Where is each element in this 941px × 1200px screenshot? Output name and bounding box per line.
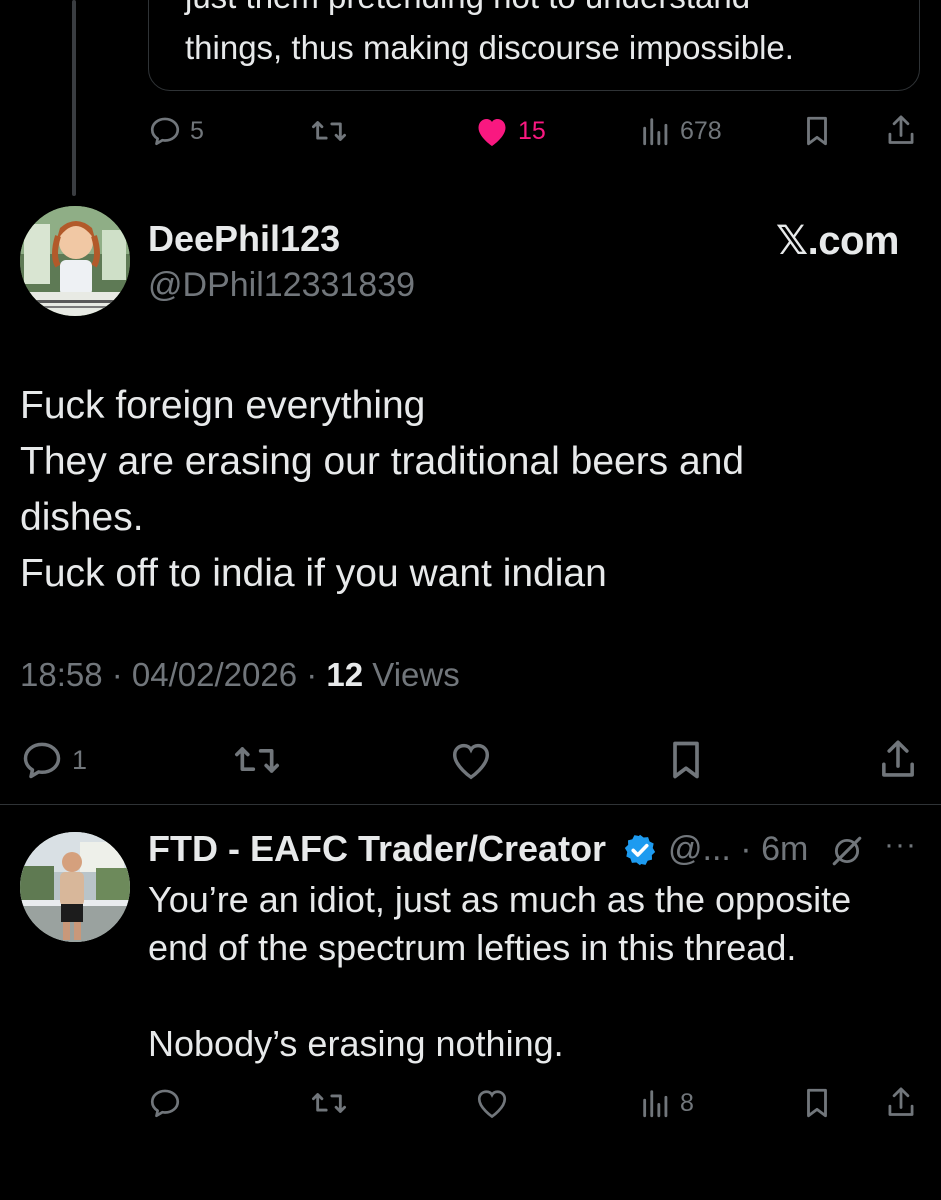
timestamp[interactable]: 18:58 · 04/02/2026 · — [20, 656, 326, 693]
reply-display-name[interactable]: FTD - EAFC Trader/Creator — [148, 828, 606, 870]
thread-line — [72, 0, 76, 196]
reply-text-line: end of the spectrum lefties in this thre… — [148, 927, 797, 968]
views-label: Views — [363, 656, 460, 693]
retweet-button[interactable] — [310, 1086, 348, 1120]
share-button[interactable] — [884, 112, 918, 148]
reply-header: FTD - EAFC Trader/Creator @... · 6m ··· — [148, 826, 928, 874]
retweet-icon — [310, 1086, 348, 1120]
heart-icon — [474, 114, 510, 148]
tweet-text-line: Fuck foreign everything — [20, 384, 426, 427]
share-icon — [884, 112, 918, 148]
reply-text: You’re an idiot, just as much as the opp… — [148, 876, 918, 1068]
views-button[interactable]: 678 — [640, 114, 722, 148]
reply-button[interactable]: 1 — [20, 738, 87, 782]
share-icon — [876, 736, 920, 782]
bookmark-icon — [802, 114, 832, 148]
quoted-text-line: things, thus making discourse impossible… — [185, 29, 794, 66]
reply-icon — [148, 1086, 182, 1120]
retweet-icon — [232, 738, 282, 782]
reply-icon — [148, 114, 182, 148]
verified-badge-icon — [622, 832, 658, 873]
like-count: 15 — [518, 116, 546, 145]
views-count: 8 — [680, 1088, 694, 1117]
like-button[interactable] — [448, 738, 494, 782]
reply-text-line — [148, 972, 918, 1020]
bookmark-icon — [802, 1086, 832, 1120]
views-count: 678 — [680, 116, 722, 145]
tweet-text: Fuck foreign everything They are erasing… — [20, 378, 900, 602]
share-button[interactable] — [876, 736, 920, 782]
quoted-text-line-cut: just them pretending not to understand — [185, 0, 750, 21]
retweet-button[interactable] — [232, 738, 282, 782]
reply-avatar[interactable] — [20, 832, 130, 942]
heart-icon — [474, 1086, 510, 1120]
divider — [0, 804, 941, 805]
share-icon — [884, 1084, 918, 1120]
views-button[interactable]: 8 — [640, 1086, 694, 1120]
tweet-text-line: They are erasing our traditional beers a… — [20, 440, 745, 483]
grok-icon[interactable] — [830, 834, 864, 873]
share-button[interactable] — [884, 1084, 918, 1120]
reply-handle-time[interactable]: @... · 6m — [668, 830, 808, 869]
tweet-text-line: Fuck off to india if you want indian — [20, 552, 607, 595]
quoted-tweet-card[interactable]: just them pretending not to understand t… — [148, 0, 920, 91]
like-button[interactable] — [474, 1086, 510, 1120]
retweet-button[interactable] — [310, 114, 348, 148]
user-handle[interactable]: @DPhil12331839 — [148, 266, 415, 305]
tweet-meta: 18:58 · 04/02/2026 · 12 Views — [20, 656, 460, 694]
like-button[interactable]: 15 — [474, 114, 546, 148]
reply-icon — [20, 738, 64, 782]
retweet-icon — [310, 114, 348, 148]
reply-count: 1 — [72, 744, 88, 775]
bookmark-button[interactable] — [666, 738, 706, 782]
bookmark-button[interactable] — [802, 114, 832, 148]
more-icon[interactable]: ··· — [884, 828, 917, 862]
heart-icon — [448, 738, 494, 782]
display-name[interactable]: DeePhil123 — [148, 218, 340, 260]
reply-text-line: Nobody’s erasing nothing. — [148, 1023, 564, 1064]
avatar[interactable] — [20, 206, 130, 316]
views-number: 12 — [326, 656, 364, 693]
views-icon — [640, 114, 672, 148]
views-icon — [640, 1086, 672, 1120]
tweet-text-line: dishes. — [20, 496, 144, 539]
x-com-watermark: 𝕏.com — [775, 219, 900, 263]
reply-button[interactable] — [148, 1086, 182, 1120]
reply-count: 5 — [190, 116, 204, 145]
bookmark-icon — [666, 738, 706, 782]
reply-button[interactable]: 5 — [148, 114, 204, 148]
bookmark-button[interactable] — [802, 1086, 832, 1120]
reply-text-line: You’re an idiot, just as much as the opp… — [148, 879, 852, 920]
